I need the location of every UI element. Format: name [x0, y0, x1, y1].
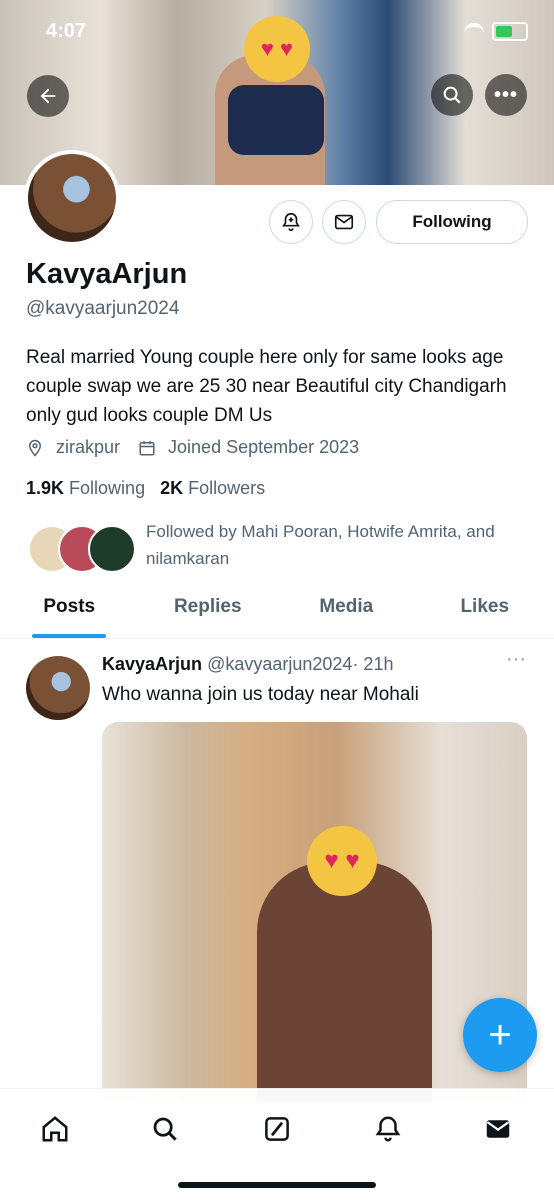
post-author[interactable]: KavyaArjun: [102, 654, 202, 674]
nav-home[interactable]: [35, 1109, 75, 1149]
profile-avatar[interactable]: [24, 150, 120, 246]
profile-location: zirakpur: [56, 437, 120, 458]
profile-meta: zirakpur Joined September 2023: [26, 437, 359, 458]
nav-notifications[interactable]: [368, 1109, 408, 1149]
nav-grok[interactable]: [257, 1109, 297, 1149]
search-icon: [150, 1114, 180, 1144]
home-indicator: [178, 1182, 376, 1188]
nav-search[interactable]: [145, 1109, 185, 1149]
post-text: Who wanna join us today near Mohali: [102, 684, 419, 706]
back-button[interactable]: [27, 75, 69, 117]
envelope-icon: [483, 1114, 513, 1144]
tab-media[interactable]: Media: [277, 590, 416, 638]
follow-counts: 1.9K Following 2K Followers: [26, 478, 265, 499]
status-icons: [464, 22, 528, 41]
profile-handle: @kavyaarjun2024: [26, 298, 179, 320]
emoji-face-icon: ♥ ♥: [307, 826, 377, 896]
message-button[interactable]: [322, 200, 366, 244]
more-icon: •••: [494, 84, 518, 107]
search-button[interactable]: [431, 74, 473, 116]
home-icon: [40, 1114, 70, 1144]
calendar-icon: [138, 439, 156, 457]
profile-bio: Real married Young couple here only for …: [26, 343, 536, 430]
post-header: KavyaArjun @kavyaarjun2024· 21h: [102, 654, 393, 675]
followed-by-text[interactable]: Followed by Mahi Pooran, Hotwife Amrita,…: [146, 518, 536, 572]
post-time: · 21h: [352, 654, 393, 674]
following-button[interactable]: Following: [376, 200, 528, 244]
tab-replies[interactable]: Replies: [139, 590, 278, 638]
nav-messages[interactable]: [478, 1109, 518, 1149]
status-bar: 4:07: [0, 0, 554, 60]
profile-tabs: Posts Replies Media Likes: [0, 590, 554, 639]
plus-icon: +: [488, 1013, 511, 1058]
wifi-icon: [464, 23, 484, 41]
media-figure: [257, 862, 432, 1102]
following-link[interactable]: 1.9K Following: [26, 478, 145, 498]
envelope-icon: [333, 211, 355, 233]
status-time: 4:07: [46, 20, 86, 43]
profile-name: KavyaArjun: [26, 258, 187, 291]
search-icon: [441, 84, 463, 106]
post-media[interactable]: ♥ ♥: [102, 722, 527, 1102]
bell-icon: [373, 1114, 403, 1144]
more-button[interactable]: •••: [485, 74, 527, 116]
back-arrow-icon: [37, 85, 59, 107]
profile-joined: Joined September 2023: [168, 437, 359, 458]
tab-posts[interactable]: Posts: [0, 590, 139, 638]
banner-outfit: [228, 85, 324, 155]
bell-plus-icon: [280, 211, 302, 233]
followers-link[interactable]: 2K Followers: [160, 478, 265, 498]
tab-likes[interactable]: Likes: [416, 590, 554, 638]
post-handle[interactable]: @kavyaarjun2024: [207, 654, 352, 674]
grok-icon: [262, 1114, 292, 1144]
avatar: [88, 525, 136, 573]
followed-by-avatars[interactable]: [28, 525, 132, 571]
location-pin-icon: [26, 439, 44, 457]
post-more-icon[interactable]: ···: [506, 648, 526, 671]
notify-button[interactable]: [269, 200, 313, 244]
battery-icon: [492, 22, 528, 41]
post-avatar[interactable]: [26, 656, 90, 720]
compose-button[interactable]: +: [463, 998, 537, 1072]
